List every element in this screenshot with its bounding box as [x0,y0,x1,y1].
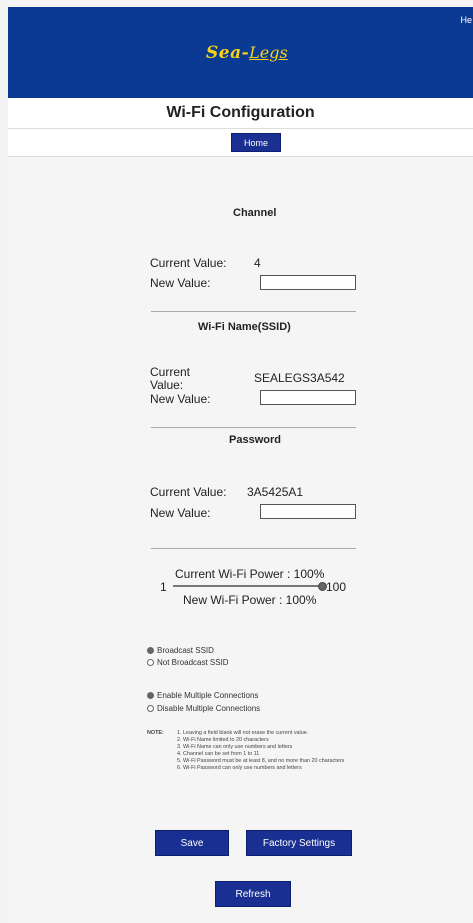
note-item: 1. Leaving a field blank will not erase … [177,730,309,736]
current-power-text: Current Wi-Fi Power : 100% [175,567,325,581]
divider [151,548,356,549]
channel-new-label: New Value: [150,276,211,290]
nav-bar: Home [8,129,473,157]
radio-unselected-icon[interactable] [147,659,154,666]
note-label: NOTE: [147,730,164,736]
password-new-input[interactable] [260,504,356,519]
ssid-current-label-line1: Current [150,365,191,379]
radio-unselected-icon[interactable] [147,705,154,712]
slider-track [173,585,323,587]
note-item: 5. Wi-Fi Password must be at least 8, an… [177,758,345,764]
help-link[interactable]: He [460,15,472,25]
disable-multiple-connections-option[interactable]: Disable Multiple Connections [147,704,260,713]
wifi-power-slider[interactable] [173,582,327,591]
page-title: Wi-Fi Configuration [166,104,315,121]
power-min-label: 1 [160,580,167,594]
channel-current-label: Current Value: [150,256,227,270]
ssid-new-label: New Value: [150,392,211,406]
not-broadcast-ssid-option[interactable]: Not Broadcast SSID [147,658,229,667]
notes-block: NOTE: 1. Leaving a field blank will not … [147,730,377,772]
note-item: 4. Channel can be set from 1 to 11 [177,751,260,757]
channel-new-input[interactable] [260,275,356,290]
divider [151,427,356,428]
sea-legs-logo: Sea-Legs [206,43,310,67]
factory-settings-button[interactable]: Factory Settings [246,830,352,856]
power-max-label: 100 [326,580,347,594]
ssid-current-label-line2: Value: [150,378,184,392]
note-item: 6. Wi-Fi Password can only use numbers a… [177,765,302,771]
note-item: 2. Wi-Fi Name limited to 20 characters [177,737,269,743]
radio-selected-icon[interactable] [147,647,154,654]
ssid-title: Wi-Fi Name(SSID) [198,321,291,333]
ssid-new-input[interactable] [260,390,356,405]
channel-title: Channel [233,207,277,219]
refresh-button[interactable]: Refresh [215,881,291,907]
broadcast-ssid-label: Broadcast SSID [157,646,214,655]
password-new-label: New Value: [150,506,211,520]
radio-selected-icon[interactable] [147,692,154,699]
title-bar: Wi-Fi Configuration [8,98,473,129]
note-item: 3. Wi-Fi Name can only use numbers and l… [177,744,293,750]
home-button[interactable]: Home [231,133,281,152]
page-frame: He Sea-Legs Wi-Fi Configuration Home Cha… [8,0,473,923]
divider [151,311,356,312]
new-power-text: New Wi-Fi Power : 100% [183,593,317,607]
password-current-value: 3A5425A1 [247,485,304,499]
password-current-label: Current Value: [150,485,227,499]
disable-multiple-connections-label: Disable Multiple Connections [157,704,261,713]
enable-multiple-connections-label: Enable Multiple Connections [157,691,259,700]
logo-legs-text: Legs [249,43,288,62]
broadcast-ssid-option[interactable]: Broadcast SSID [147,646,214,655]
top-banner: He Sea-Legs [8,7,473,98]
note-list: 1. Leaving a field blank will not erase … [147,730,377,772]
enable-multiple-connections-option[interactable]: Enable Multiple Connections [147,691,258,700]
channel-current-value: 4 [254,256,261,270]
not-broadcast-ssid-label: Not Broadcast SSID [157,658,229,667]
ssid-current-value: SEALEGS3A542 [254,371,345,385]
save-button[interactable]: Save [155,830,229,856]
logo-sea-text: Sea- [206,43,250,63]
password-title: Password [229,434,281,446]
